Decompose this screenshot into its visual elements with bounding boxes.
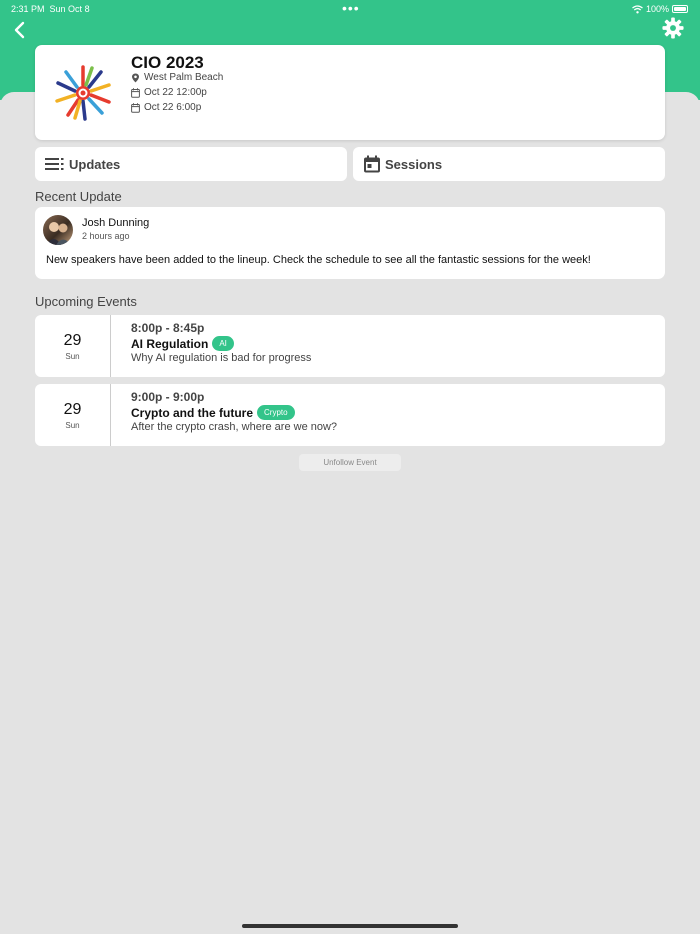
- status-bar: 2:31 PM Sun Oct 8 ••• 100%: [0, 0, 700, 18]
- status-right: 100%: [632, 4, 688, 14]
- multitask-dots[interactable]: •••: [342, 0, 360, 16]
- location-pin-icon: [132, 73, 139, 82]
- update-time: 2 hours ago: [82, 231, 130, 241]
- event-weekday: Sun: [65, 352, 80, 361]
- home-indicator[interactable]: [242, 924, 458, 928]
- event-card: CIO 2023 West Palm Beach Oct 22 12:00p O…: [35, 45, 665, 140]
- event-date: 29 Sun: [35, 384, 111, 446]
- calendar-icon: [131, 102, 140, 113]
- tab-updates[interactable]: Updates: [35, 147, 347, 181]
- event-end-text: Oct 22 6:00p: [144, 102, 202, 113]
- event-name: AI Regulation AI: [131, 336, 234, 351]
- event-tag: AI: [212, 336, 234, 351]
- tab-sessions-label: Sessions: [385, 156, 443, 172]
- calendar-icon: [131, 87, 140, 98]
- event-name: Crypto and the future Crypto: [131, 405, 295, 420]
- avatar: [43, 215, 73, 245]
- event-title: CIO 2023: [131, 53, 204, 72]
- event-logo: [55, 65, 111, 121]
- wifi-icon: [632, 4, 643, 13]
- event-time: 8:00p - 8:45p: [131, 321, 205, 335]
- tab-updates-label: Updates: [69, 156, 121, 172]
- event-start: Oct 22 12:00p: [131, 87, 207, 98]
- list-item[interactable]: 29 Sun 8:00p - 8:45p AI Regulation AI Wh…: [35, 315, 665, 377]
- event-date: 29 Sun: [35, 315, 111, 377]
- event-end: Oct 22 6:00p: [131, 102, 201, 113]
- event-description: After the crypto crash, where are we now…: [131, 421, 338, 433]
- event-weekday: Sun: [65, 421, 80, 430]
- event-location-text: West Palm Beach: [144, 72, 224, 83]
- event-name-text: Crypto and the future: [131, 405, 253, 420]
- battery-percent: 100%: [645, 4, 669, 14]
- event-location: West Palm Beach: [131, 72, 223, 83]
- gear-icon[interactable]: [662, 17, 684, 39]
- calendar-icon: [364, 155, 380, 173]
- tab-sessions[interactable]: Sessions: [353, 147, 665, 181]
- update-card[interactable]: Josh Dunning 2 hours ago New speakers ha…: [35, 207, 665, 279]
- unfollow-event-button[interactable]: Unfollow Event: [299, 454, 401, 471]
- update-author: Josh Dunning: [82, 217, 150, 229]
- event-tag: Crypto: [257, 405, 295, 420]
- upcoming-events-heading: Upcoming Events: [35, 294, 137, 309]
- battery-icon: [672, 5, 688, 13]
- list-icon: [45, 158, 64, 170]
- status-time: 2:31 PM Sun Oct 8: [11, 4, 90, 14]
- update-text: New speakers have been added to the line…: [46, 254, 591, 266]
- event-day: 29: [63, 401, 82, 418]
- back-icon[interactable]: [10, 20, 30, 40]
- event-day: 29: [63, 332, 82, 349]
- list-item[interactable]: 29 Sun 9:00p - 9:00p Crypto and the futu…: [35, 384, 665, 446]
- recent-update-heading: Recent Update: [35, 189, 122, 204]
- event-start-text: Oct 22 12:00p: [144, 87, 207, 98]
- event-description: Why AI regulation is bad for progress: [131, 352, 312, 364]
- event-time: 9:00p - 9:00p: [131, 390, 205, 404]
- event-name-text: AI Regulation: [131, 336, 209, 351]
